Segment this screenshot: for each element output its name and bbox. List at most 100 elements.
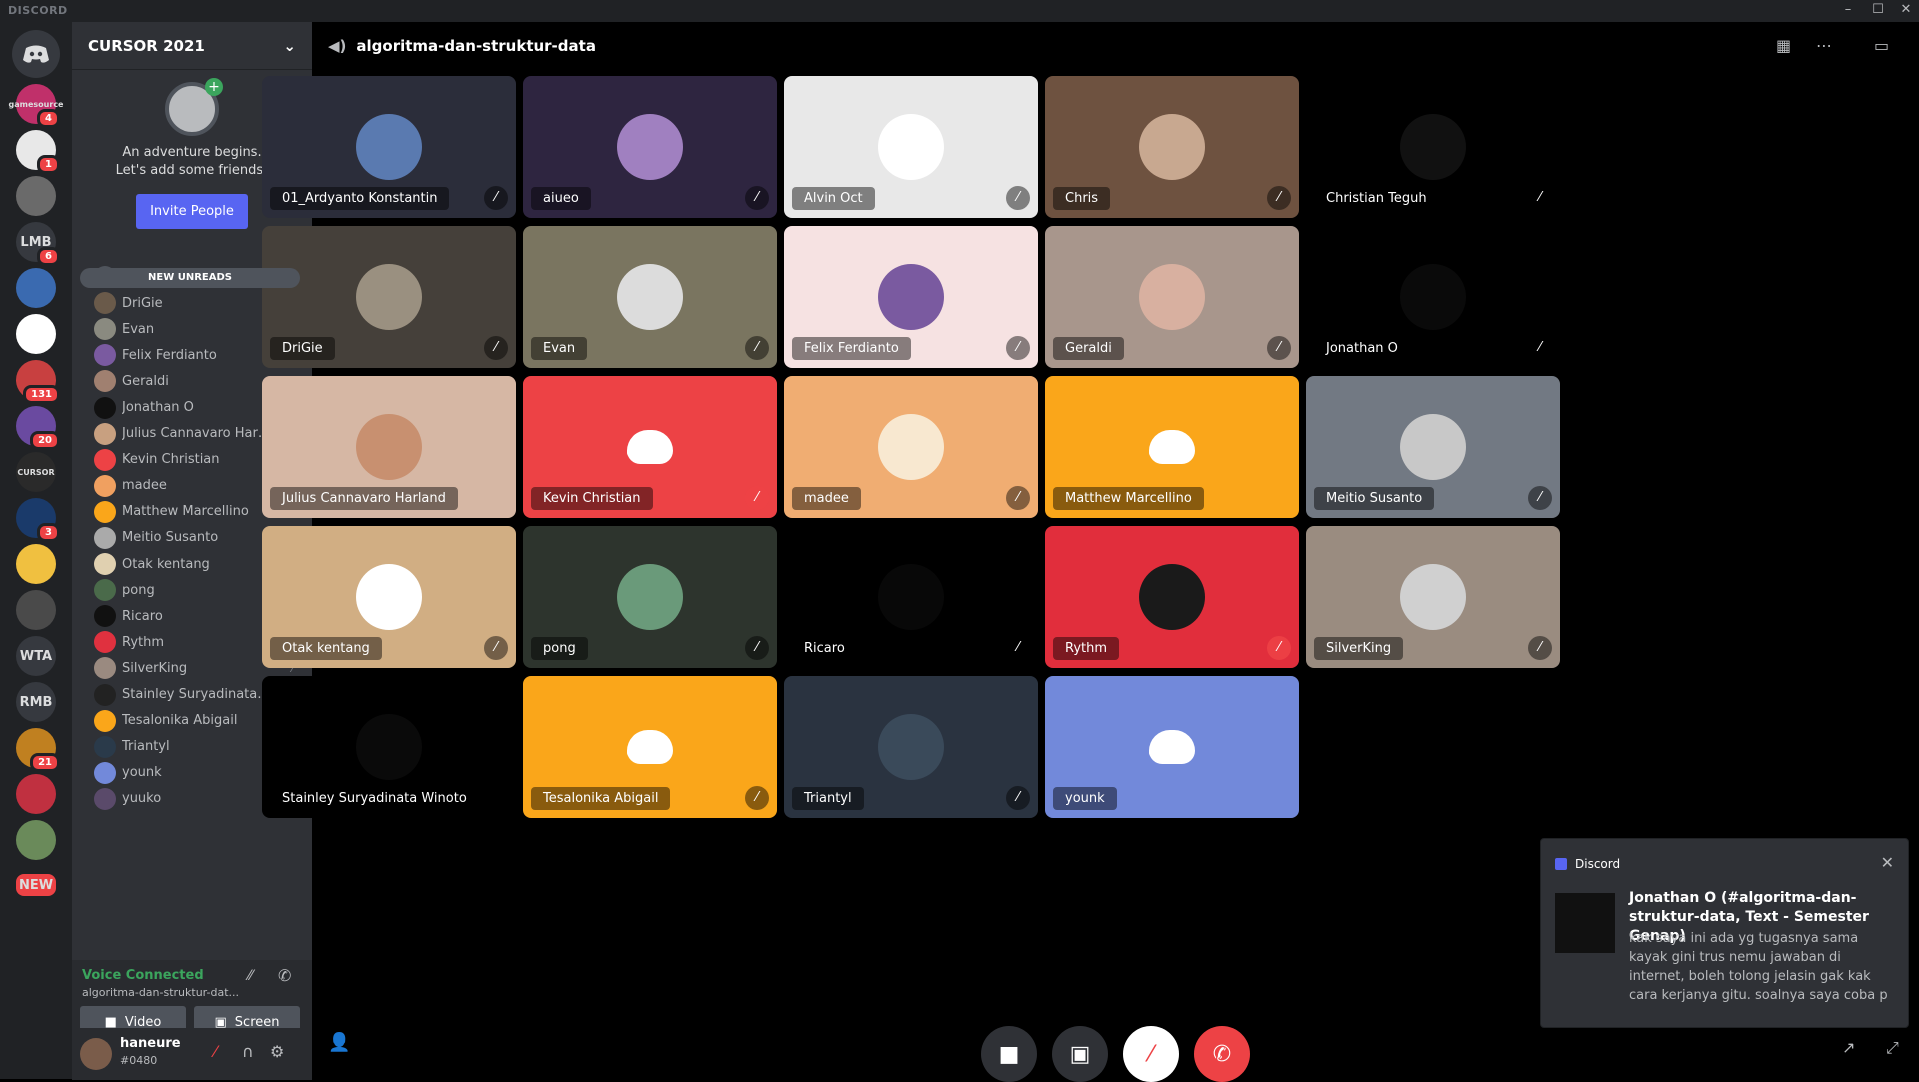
- participant-tile[interactable]: Tesalonika Abigail ⁄: [523, 676, 777, 818]
- participant-name: 01_Ardyanto Konstantin: [270, 187, 450, 210]
- unread-badge: 20: [30, 431, 60, 450]
- participant-tile[interactable]: madee ⁄: [784, 376, 1038, 518]
- participant-tile[interactable]: Geraldi ⁄: [1045, 226, 1299, 368]
- mic-muted-icon[interactable]: ⁄: [214, 1042, 217, 1061]
- discord-home-icon[interactable]: [12, 30, 60, 78]
- server-icon[interactable]: RMB: [16, 682, 56, 722]
- username[interactable]: haneure: [120, 1036, 181, 1051]
- server-icon[interactable]: 3: [16, 498, 60, 542]
- participant-name: SilverKing: [1314, 637, 1404, 660]
- minimize-button[interactable]: –: [1838, 2, 1858, 17]
- app-brand: DISCORD: [8, 4, 68, 17]
- participant-tile[interactable]: Matthew Marcellino: [1045, 376, 1299, 518]
- server-icon[interactable]: NEW: [16, 874, 56, 896]
- server-icon-label: RMB: [19, 694, 53, 710]
- avatar: [94, 553, 116, 576]
- server-icon[interactable]: [16, 820, 56, 860]
- server-icon[interactable]: 1: [16, 130, 60, 174]
- close-window-button[interactable]: ✕: [1896, 2, 1916, 17]
- invite-people-button[interactable]: Invite People: [136, 194, 248, 229]
- participant-tile[interactable]: Julius Cannavaro Harland: [262, 376, 516, 518]
- disconnect-icon[interactable]: ✆: [278, 966, 291, 985]
- participant-tile[interactable]: Alvin Oct ⁄: [784, 76, 1038, 218]
- mic-muted-icon: ⁄: [1267, 636, 1291, 660]
- gear-icon[interactable]: ⚙: [270, 1042, 284, 1061]
- mute-toggle-button[interactable]: ⁄: [1123, 1026, 1179, 1082]
- avatar: [94, 735, 116, 758]
- avatar[interactable]: [80, 1038, 112, 1070]
- screen-share-icon: ▣: [1069, 1041, 1091, 1067]
- server-icon[interactable]: CURSOR: [16, 452, 56, 492]
- participant-name: DriGie: [270, 337, 335, 360]
- avatar: [1400, 114, 1466, 180]
- participant-tile[interactable]: Chris ⁄: [1045, 76, 1299, 218]
- voice-channel-name[interactable]: algoritma-dan-struktur-dat...: [82, 986, 239, 999]
- participant-tile[interactable]: aiueo ⁄: [523, 76, 777, 218]
- mic-muted-icon: ⁄: [745, 186, 769, 210]
- avatar: [1400, 264, 1466, 330]
- popout-icon[interactable]: ▭: [1874, 36, 1889, 55]
- participant-tile[interactable]: Otak kentang ⁄: [262, 526, 516, 668]
- server-icon[interactable]: 20: [16, 406, 60, 450]
- participant-tile[interactable]: Evan ⁄: [523, 226, 777, 368]
- server-icon[interactable]: [16, 544, 56, 584]
- maximize-button[interactable]: ☐: [1868, 2, 1888, 17]
- fullscreen-icon[interactable]: ⤢: [1886, 1038, 1899, 1058]
- avatar: [1400, 414, 1466, 480]
- camera-icon: ■: [998, 1041, 1020, 1067]
- disconnect-button[interactable]: ✆: [1194, 1026, 1250, 1082]
- server-icon[interactable]: WTA: [16, 636, 56, 676]
- close-icon[interactable]: ✕: [1881, 853, 1894, 872]
- participant-tile[interactable]: Stainley Suryadinata Winoto: [262, 676, 516, 818]
- headphones-icon[interactable]: ∩: [242, 1042, 254, 1061]
- add-user-icon[interactable]: 👤: [328, 1032, 350, 1053]
- mic-muted-icon: ⁄: [1528, 486, 1552, 510]
- server-icon[interactable]: LMB 6: [16, 222, 60, 266]
- server-header[interactable]: CURSOR 2021 ⌄: [72, 22, 312, 70]
- server-icon[interactable]: [16, 774, 56, 814]
- participant-tile[interactable]: Triantyl ⁄: [784, 676, 1038, 818]
- member-name: SilverKing: [122, 660, 188, 676]
- user-panel: haneure #0480 ⁄ ∩ ⚙: [72, 1028, 312, 1080]
- avatar: [1139, 264, 1205, 330]
- participant-tile[interactable]: 01_Ardyanto Konstantin ⁄: [262, 76, 516, 218]
- server-icon-label: NEW: [18, 877, 54, 893]
- notification-toast[interactable]: Discord ✕ Jonathan O (#algoritma-dan-str…: [1540, 838, 1909, 1028]
- more-options-icon[interactable]: ⋯: [1816, 36, 1832, 55]
- camera-toggle-button[interactable]: ■: [981, 1026, 1037, 1082]
- mic-muted-icon: ⁄: [1006, 186, 1030, 210]
- server-icon[interactable]: [16, 268, 56, 308]
- mic-muted-icon: ⁄: [1006, 786, 1030, 810]
- voice-status[interactable]: Voice Connected: [82, 968, 204, 983]
- participant-tile[interactable]: Meitio Susanto ⁄: [1306, 376, 1560, 518]
- participant-tile[interactable]: SilverKing ⁄: [1306, 526, 1560, 668]
- server-icon[interactable]: [16, 590, 56, 630]
- participant-tile[interactable]: younk: [1045, 676, 1299, 818]
- member-name: madee: [122, 478, 167, 494]
- mic-muted-icon: ⁄: [745, 636, 769, 660]
- participant-tile[interactable]: DriGie ⁄: [262, 226, 516, 368]
- participant-tile[interactable]: Kevin Christian ⁄: [523, 376, 777, 518]
- noise-suppression-icon[interactable]: ⁄⁄: [248, 968, 253, 984]
- participant-tile[interactable]: pong ⁄: [523, 526, 777, 668]
- discord-logo-icon: [1149, 730, 1195, 764]
- avatar: [94, 579, 116, 602]
- new-unreads-banner[interactable]: NEW UNREADS: [80, 268, 300, 288]
- server-icon[interactable]: 21: [16, 728, 60, 772]
- server-icon-label: gamesource: [8, 99, 64, 109]
- server-icon[interactable]: 131: [16, 360, 60, 404]
- participant-tile[interactable]: Ricaro ⁄: [784, 526, 1038, 668]
- participant-tile[interactable]: Rythm ⁄: [1045, 526, 1299, 668]
- member-name: Rythm: [122, 634, 165, 650]
- screen-share-toggle-button[interactable]: ▣: [1052, 1026, 1108, 1082]
- grid-layout-icon[interactable]: ▦: [1776, 36, 1791, 55]
- mic-muted-icon: ⁄: [745, 336, 769, 360]
- server-icon[interactable]: [16, 314, 56, 354]
- participant-tile[interactable]: Christian Teguh ⁄: [1306, 76, 1560, 218]
- participant-tile[interactable]: Felix Ferdianto ⁄: [784, 226, 1038, 368]
- participant-tile[interactable]: Jonathan O ⁄: [1306, 226, 1560, 368]
- popout-icon[interactable]: ↗: [1842, 1038, 1855, 1057]
- server-icon[interactable]: gamesource 4: [9, 84, 63, 128]
- avatar: [94, 631, 116, 654]
- server-icon[interactable]: [16, 176, 56, 216]
